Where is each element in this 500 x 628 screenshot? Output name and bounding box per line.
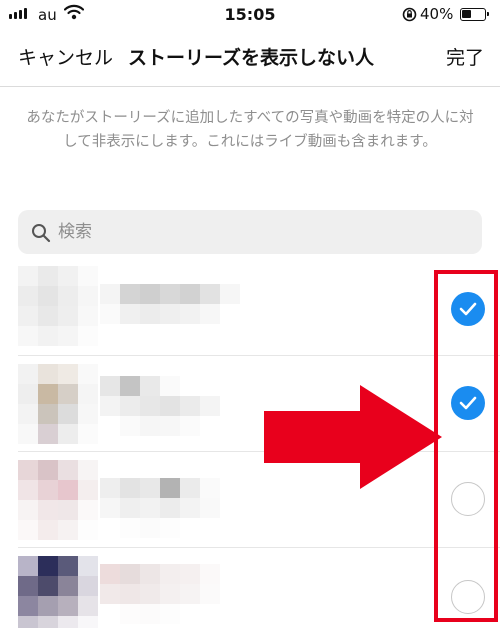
avatar: [18, 460, 98, 540]
username-redacted: [100, 564, 240, 624]
avatar: [18, 364, 98, 444]
search-bar[interactable]: [18, 210, 482, 254]
description-text: あなたがストーリーズに追加したすべての写真や動画を特定の人に対して非表示にします…: [26, 110, 474, 150]
search-input[interactable]: [58, 210, 468, 254]
battery-percent: 40%: [420, 5, 454, 23]
list-item[interactable]: [0, 548, 500, 628]
avatar: [18, 556, 98, 628]
cancel-button[interactable]: キャンセル: [18, 43, 113, 70]
username-redacted: [100, 376, 240, 436]
rotation-lock-icon: [402, 7, 417, 26]
list-item[interactable]: [0, 260, 500, 356]
page-title: ストーリーズを表示しない人: [128, 47, 375, 69]
search-icon: [32, 224, 51, 243]
avatar: [18, 266, 98, 346]
username-redacted: [100, 478, 240, 538]
nav-bar: キャンセル ストーリーズを表示しない人 完了: [0, 34, 500, 78]
username-redacted: [100, 284, 240, 344]
status-bar: au 15:05 40%: [0, 0, 500, 30]
battery-icon: [460, 8, 489, 21]
annotation-arrow-icon: [264, 385, 442, 489]
done-button[interactable]: 完了: [446, 43, 484, 70]
divider: [0, 86, 500, 87]
